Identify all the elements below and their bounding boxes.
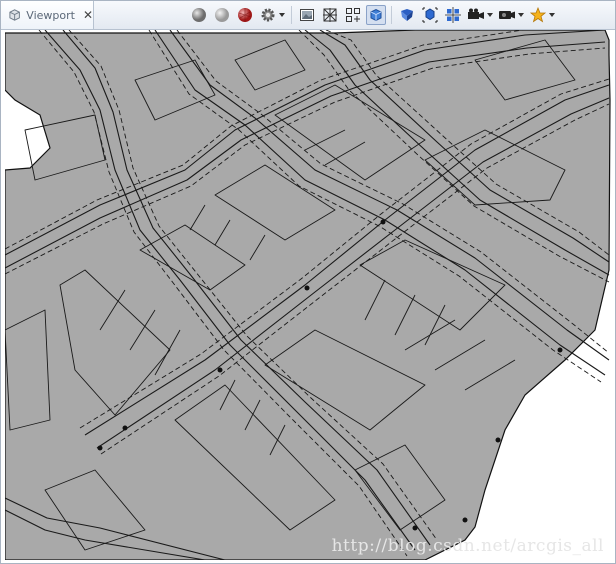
toolbar-separator [291, 6, 292, 24]
viewport-toolbar [189, 4, 559, 26]
render-settings-gear-icon[interactable] [258, 5, 286, 25]
bookmarks-star-icon[interactable] [528, 5, 556, 25]
ground-mesh [5, 30, 611, 560]
tab-bar: Viewport ✕ [1, 1, 615, 30]
navigate-icon[interactable] [397, 5, 417, 25]
city-street-network-render [5, 30, 611, 560]
grid-toggle-icon[interactable] [343, 5, 363, 25]
toolbar-separator [391, 6, 392, 24]
frame-all-icon[interactable] [443, 5, 463, 25]
background-image-icon[interactable] [297, 5, 317, 25]
selection-cube-icon[interactable] [366, 5, 386, 25]
tab-label: Viewport [26, 8, 75, 22]
viewport-window: Viewport ✕ http://blog.csdn.net/arcgis_a… [0, 0, 616, 564]
frame-selection-icon[interactable] [420, 5, 440, 25]
watermark-text: http://blog.csdn.net/arcgis_all [331, 536, 604, 556]
shading-smooth-sphere-icon[interactable] [212, 5, 232, 25]
viewport-cube-icon [9, 9, 20, 21]
wireframe-toggle-icon[interactable] [320, 5, 340, 25]
camera-icon[interactable] [466, 5, 494, 25]
tab-viewport[interactable]: Viewport ✕ [1, 1, 94, 29]
texture-sphere-icon[interactable] [235, 5, 255, 25]
3d-viewport[interactable]: http://blog.csdn.net/arcgis_all [5, 30, 612, 560]
close-icon[interactable]: ✕ [83, 9, 93, 21]
camera-bookmark-icon[interactable] [497, 5, 525, 25]
shading-flat-sphere-icon[interactable] [189, 5, 209, 25]
